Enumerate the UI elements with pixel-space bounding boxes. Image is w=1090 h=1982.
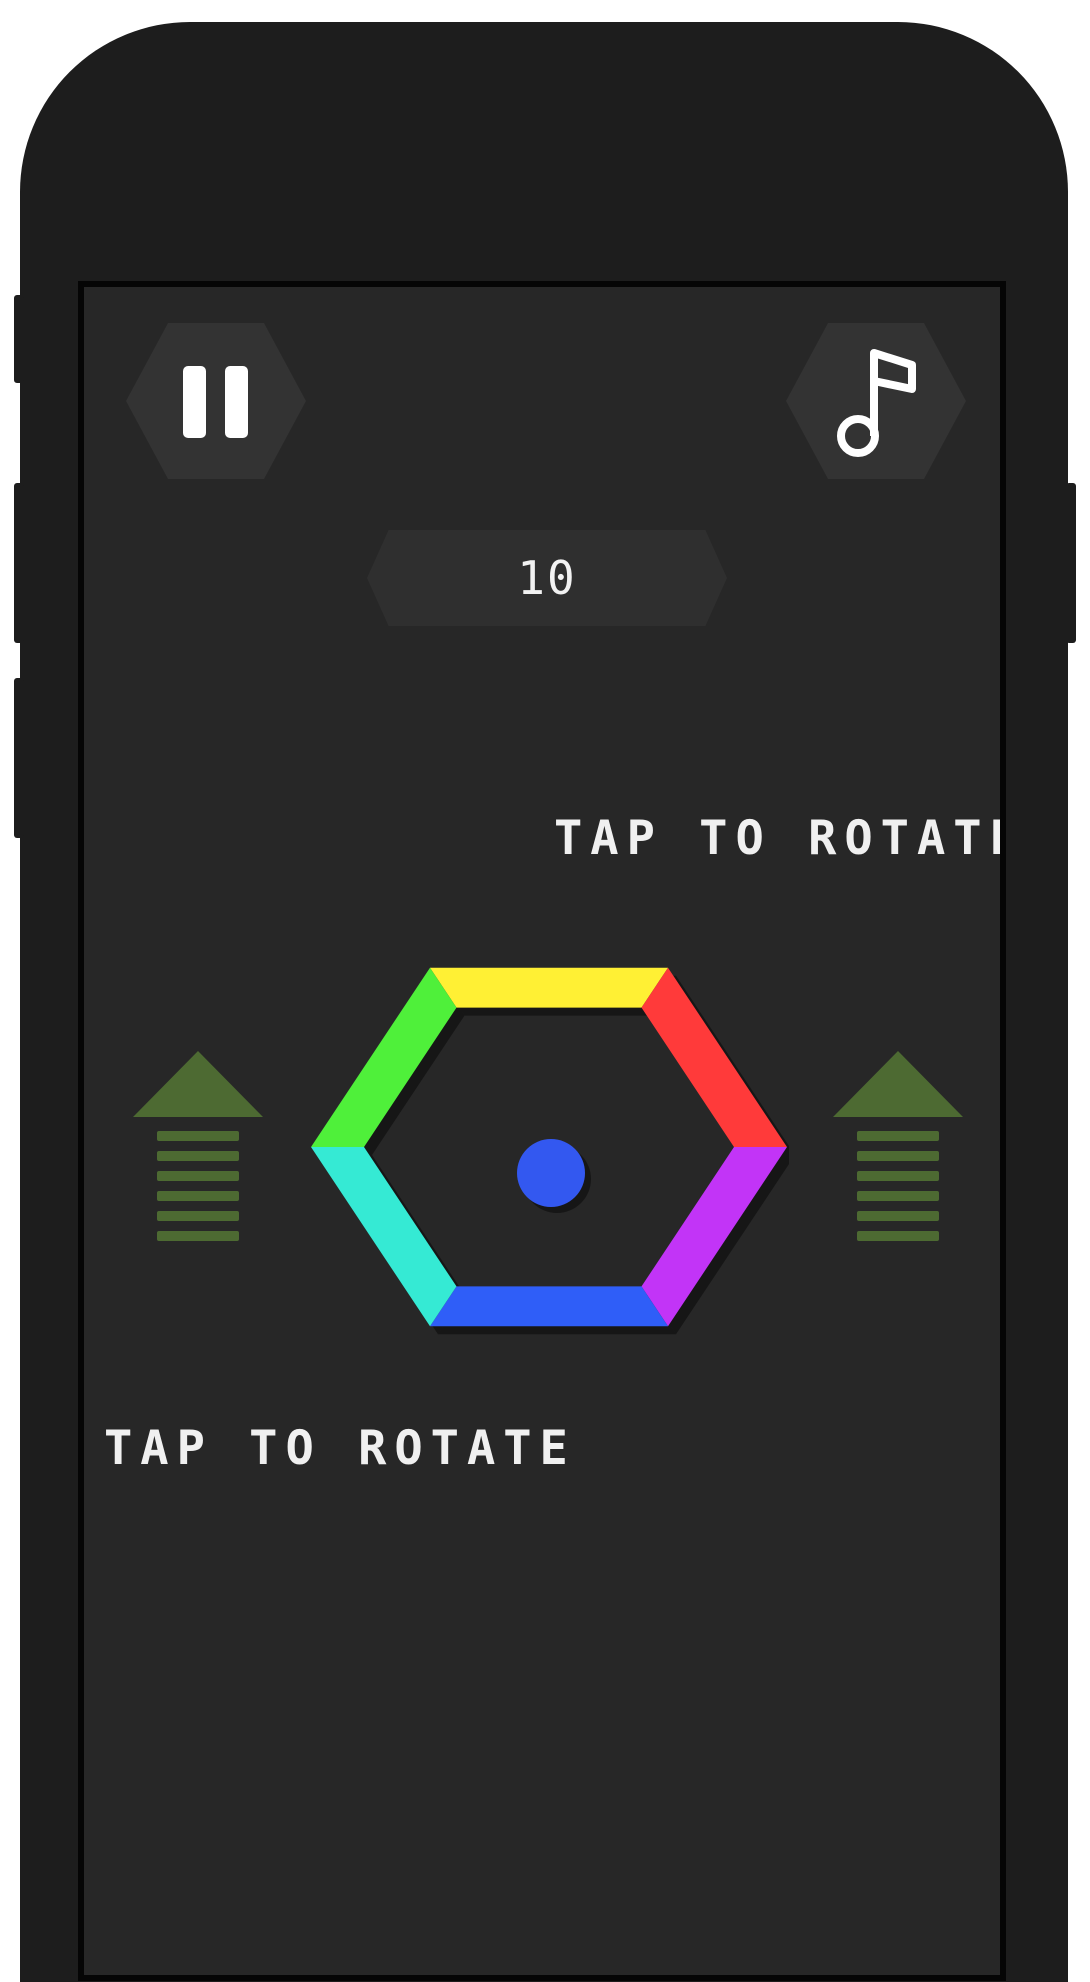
hexagon-side-bottom-right [641, 1147, 787, 1327]
mute-switch [14, 295, 24, 383]
pause-button[interactable] [126, 323, 306, 479]
volume-up-button [14, 483, 24, 643]
hex-button-bg [126, 323, 306, 479]
left-up-arrow-icon [133, 1051, 263, 1241]
score-value: 10 [517, 551, 577, 605]
hexagon-side-top [430, 967, 668, 1008]
hexagon-side-top-right [641, 967, 787, 1147]
music-button[interactable] [786, 323, 966, 479]
power-button [1066, 483, 1076, 643]
volume-down-button [14, 678, 24, 838]
rotating-hexagon[interactable] [309, 937, 795, 1357]
hexagon-side-bottom [430, 1286, 668, 1327]
game-screen[interactable]: 10 TAP TO ROTATE TAP TO ROTATE [78, 281, 1006, 1981]
tap-to-rotate-hint-bottom: TAP TO ROTATE [104, 1421, 576, 1476]
score-display: 10 [367, 530, 727, 626]
right-up-arrow-icon [833, 1051, 963, 1241]
ball [517, 1139, 585, 1207]
tap-to-rotate-hint-top: TAP TO ROTATE [554, 811, 1006, 866]
